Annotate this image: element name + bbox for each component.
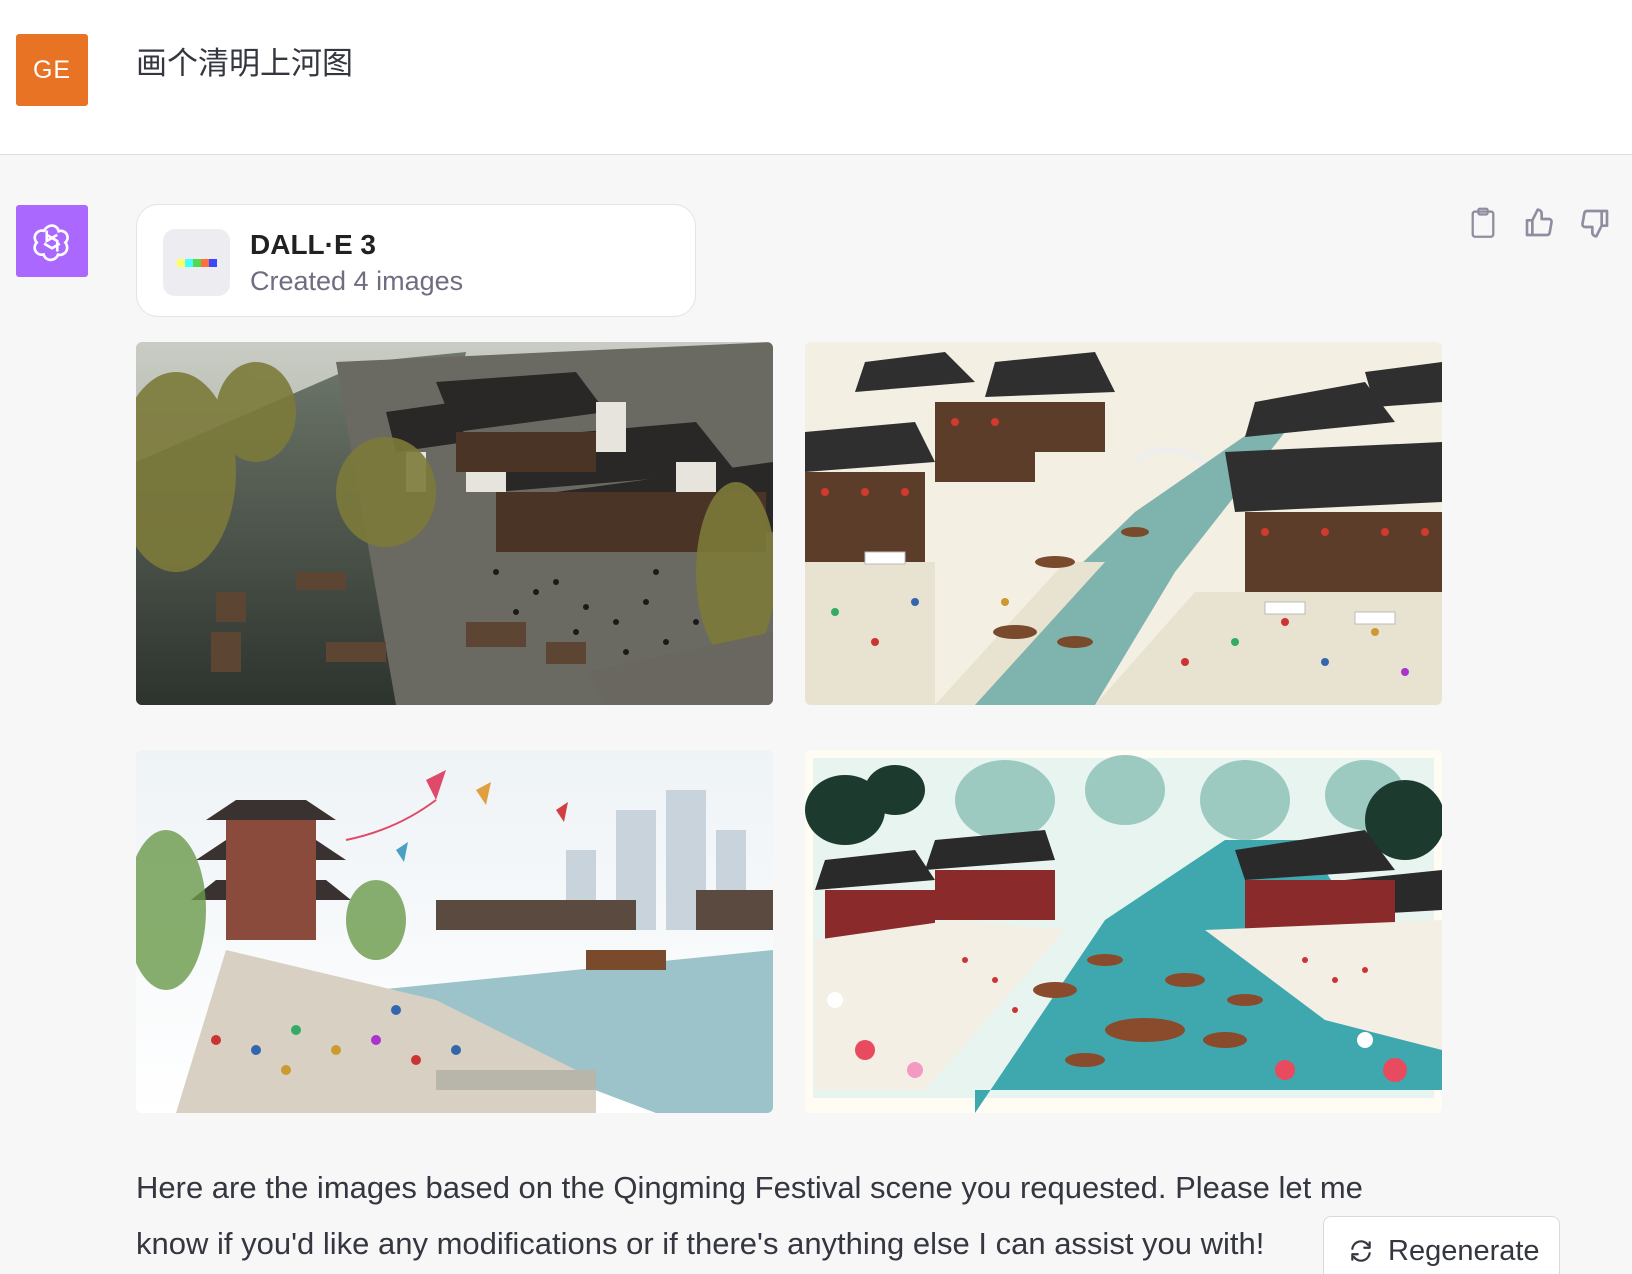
tool-status: Created 4 images [250, 266, 464, 296]
assistant-reply-text: Here are the images based on the Qingmin… [136, 1170, 1363, 1261]
generated-image-2[interactable] [805, 342, 1442, 705]
thumbs-up-icon [1525, 208, 1553, 237]
dalle-tool-card[interactable]: DALL·E 3 Created 4 images [136, 204, 696, 317]
generated-image-4[interactable] [805, 750, 1442, 1113]
tool-name: DALL·E 3 [250, 229, 376, 260]
message-actions [1466, 206, 1612, 240]
thumbs-down-button[interactable] [1578, 206, 1612, 240]
copy-button[interactable] [1466, 206, 1500, 240]
thumbs-up-button[interactable] [1522, 206, 1556, 240]
user-message-text: 画个清明上河图 [136, 46, 353, 81]
thumbs-down-icon [1581, 209, 1609, 238]
dalle-palette-icon [163, 229, 230, 296]
user-avatar: GE [16, 34, 88, 106]
assistant-message-row: DALL·E 3 Created 4 images Here are the i… [0, 156, 1632, 1274]
regenerate-button[interactable]: Regenerate [1323, 1216, 1560, 1274]
assistant-avatar [16, 205, 88, 277]
regenerate-label: Regenerate [1388, 1234, 1540, 1267]
generated-image-3[interactable] [136, 750, 773, 1113]
generated-image-1[interactable] [136, 342, 773, 705]
openai-logo-icon [33, 224, 69, 262]
user-message-row: GE 画个清明上河图 [0, 0, 1632, 155]
clipboard-icon [1471, 207, 1495, 238]
refresh-icon [1351, 1240, 1371, 1262]
